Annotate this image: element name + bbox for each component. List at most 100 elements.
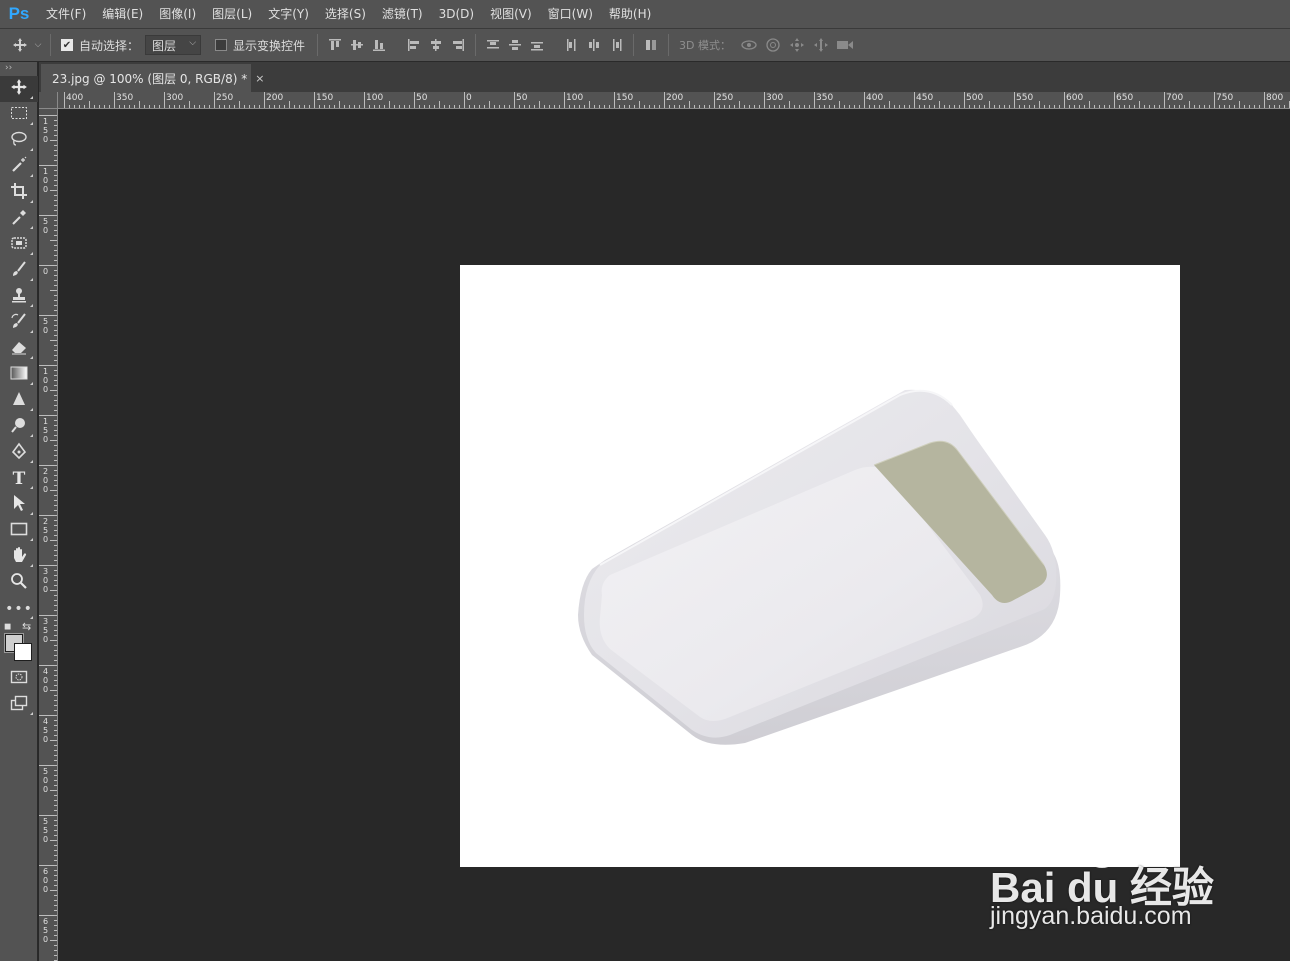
ruler-minor-tick [1039,101,1040,108]
ruler-label: 500 [966,93,984,103]
ruler-tick [39,765,57,766]
align-right-edges-icon[interactable] [447,33,469,57]
ruler-minor-tick [409,105,410,108]
menu-view[interactable]: 视图(V) [482,0,540,28]
ruler-tick [114,92,115,108]
align-bottom-edges-icon[interactable] [368,33,390,57]
chevron-down-icon[interactable]: ⌵ [32,33,44,57]
3d-pan-icon[interactable] [785,33,809,57]
align-vertical-centers-icon[interactable] [346,33,368,57]
swap-colors-icon[interactable]: ⇆ [22,620,31,633]
rectangle-tool-button[interactable] [0,518,38,544]
align-top-edges-icon[interactable] [324,33,346,57]
ruler-minor-tick [54,185,57,186]
ruler-minor-tick [359,105,360,108]
ruler-minor-tick [54,245,57,246]
type-tool-button[interactable]: T [0,466,38,492]
background-color-swatch[interactable] [14,643,32,661]
menu-filter[interactable]: 滤镜(T) [374,0,431,28]
close-icon[interactable]: × [255,72,264,85]
menu-image[interactable]: 图像(I) [151,0,204,28]
pen-tool-button[interactable] [0,440,38,466]
ruler-label: 50 [42,317,49,335]
move-tool-preset-icon[interactable] [8,33,32,57]
ruler-minor-tick [50,840,57,841]
ruler-minor-tick [259,105,260,108]
align-horizontal-centers-icon[interactable] [425,33,447,57]
distribute-vertical-centers-icon[interactable] [504,33,526,57]
ruler-minor-tick [1054,105,1055,108]
vertical-ruler[interactable]: 150 100 50 0 50 100 150 200 250 300 350 400 450 500 55… [39,109,58,961]
show-transform-checkbox[interactable] [215,39,228,51]
ruler-minor-tick [69,105,70,108]
menu-layer[interactable]: 图层(L) [204,0,260,28]
menu-window[interactable]: 窗口(W) [540,0,601,28]
dodge-tool-button[interactable] [0,414,38,440]
distribute-right-edges-icon[interactable] [605,33,627,57]
move-tool-icon [10,78,28,100]
menu-select[interactable]: 选择(S) [317,0,374,28]
gradient-tool-button[interactable] [0,362,38,388]
lasso-tool-button[interactable] [0,128,38,154]
document-tab[interactable]: 23.jpg @ 100% (图层 0, RGB/8) * × [41,64,264,92]
history-brush-tool-button[interactable] [0,310,38,336]
path-selection-tool-button[interactable] [0,492,38,518]
tools-panel: ›› T ••• ◼ ⇆ [0,62,38,961]
zoom-tool-button[interactable] [0,570,38,596]
ruler-minor-tick [54,250,57,251]
menu-3d[interactable]: 3D(D) [431,0,482,28]
menu-help[interactable]: 帮助(H) [601,0,659,28]
ruler-tick [39,465,57,466]
distribute-top-edges-icon[interactable] [482,33,504,57]
auto-select-checkbox[interactable]: ✔ [61,39,73,51]
document-canvas[interactable] [460,265,1180,867]
marquee-tool-button[interactable] [0,102,38,128]
eraser-tool-button[interactable] [0,336,38,362]
align-left-edges-icon[interactable] [403,33,425,57]
menu-file[interactable]: 文件(F) [38,0,94,28]
distribute-left-edges-icon[interactable] [561,33,583,57]
quick-mask-button[interactable] [0,666,38,692]
ruler-minor-tick [54,760,57,761]
brush-tool-button[interactable] [0,258,38,284]
3d-orbit-icon[interactable] [737,33,761,57]
healing-brush-tool-button[interactable] [0,232,38,258]
ruler-minor-tick [644,105,645,108]
magic-wand-tool-button[interactable] [0,154,38,180]
default-colors-icon[interactable]: ◼ [4,622,11,632]
distribute-bottom-edges-icon[interactable] [526,33,548,57]
auto-select-target-dropdown[interactable]: 图层 ⌵ [145,35,202,55]
ruler-minor-tick [569,105,570,108]
ruler-minor-tick [54,725,57,726]
ruler-minor-tick [50,740,57,741]
3d-slide-icon[interactable] [809,33,833,57]
ruler-minor-tick [54,205,57,206]
eyedropper-tool-button[interactable] [0,206,38,232]
ruler-minor-tick [54,460,57,461]
ruler-minor-tick [1024,105,1025,108]
clone-stamp-tool-button[interactable] [0,284,38,310]
blur-tool-icon [10,390,28,412]
3d-roll-icon[interactable] [761,33,785,57]
document-tab-title: 23.jpg @ 100% (图层 0, RGB/8) * [52,71,248,86]
ruler-minor-tick [994,105,995,108]
ruler-minor-tick [54,280,57,281]
ruler-minor-tick [894,105,895,108]
ruler-origin[interactable] [39,92,58,109]
distribute-horizontal-centers-icon[interactable] [583,33,605,57]
ruler-minor-tick [54,445,57,446]
crop-tool-button[interactable] [0,180,38,206]
screen-mode-button[interactable] [0,692,38,718]
menu-type[interactable]: 文字(Y) [260,0,317,28]
panel-grip-icon[interactable]: ›› [0,62,37,76]
ruler-minor-tick [1089,101,1090,108]
more-tools-button[interactable]: ••• [0,596,38,622]
blur-tool-button[interactable] [0,388,38,414]
menu-edit[interactable]: 编辑(E) [94,0,151,28]
auto-align-layers-icon[interactable] [640,33,662,57]
3d-scale-camera-icon[interactable] [833,33,857,57]
move-tool-button[interactable] [0,76,38,102]
hand-tool-button[interactable] [0,544,38,570]
ruler-minor-tick [639,101,640,108]
horizontal-ruler[interactable]: 400 350 300 250 200 150 100 50 0 50 100 150 200 250 30… [58,92,1290,109]
